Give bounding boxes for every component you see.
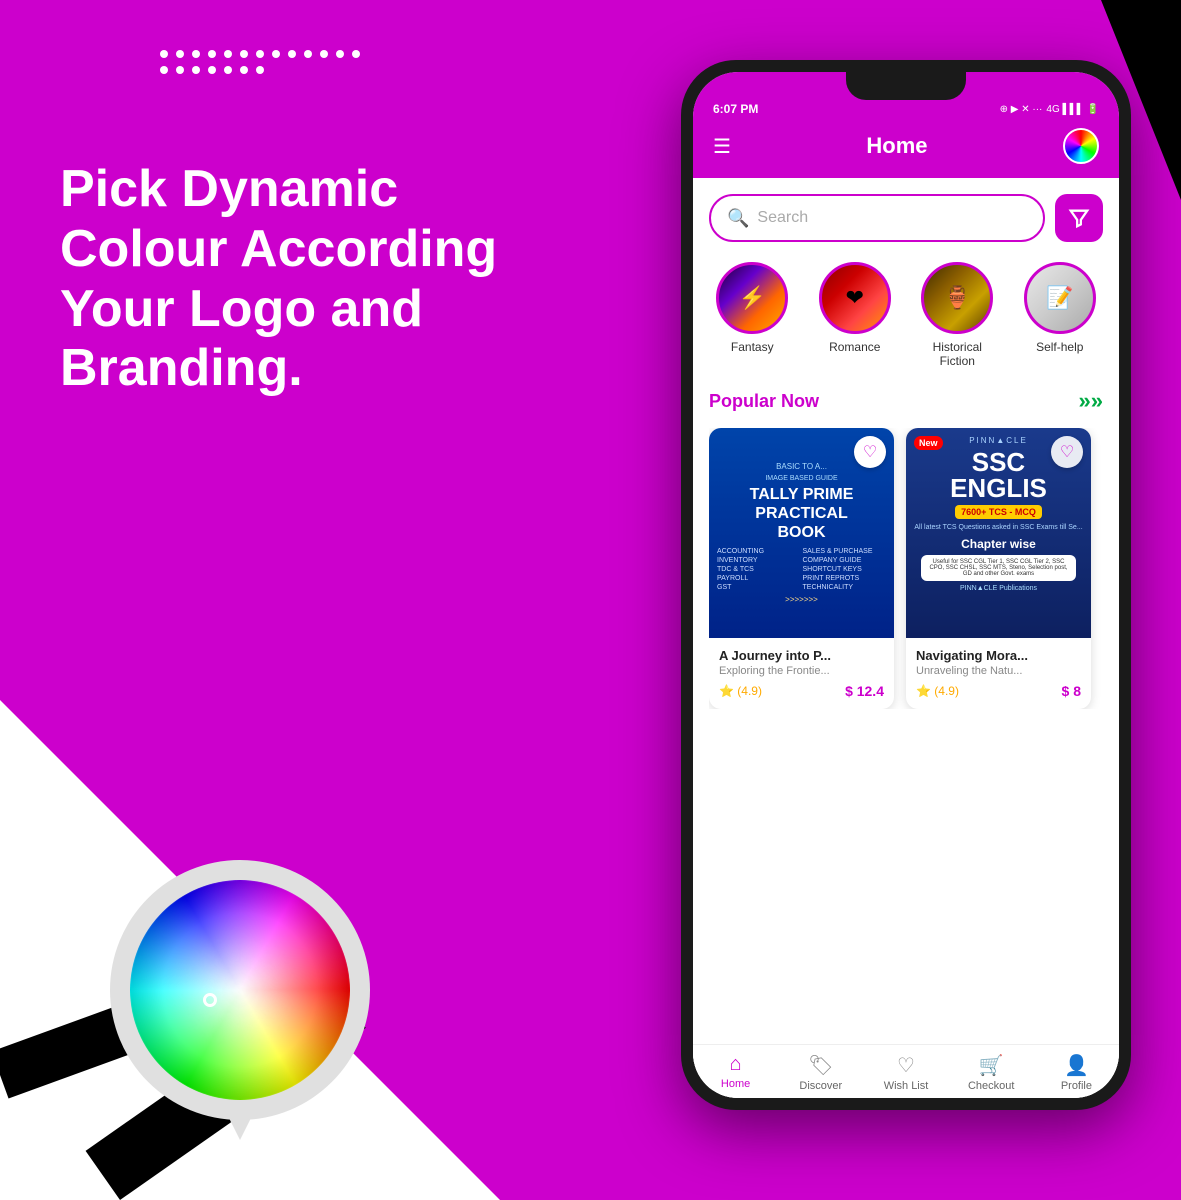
left-panel: Pick DynamicColour AccordingYour Logo an… — [60, 160, 560, 399]
book-card-1[interactable]: BASIC TO A... IMAGE BASED GUIDE TALLY PR… — [709, 428, 894, 709]
category-circle-history: 🏺 — [921, 262, 993, 334]
search-icon: 🔍 — [727, 208, 749, 229]
book-info-1: A Journey into P... Exploring the Fronti… — [709, 638, 894, 709]
book-cover-2: New PINN▲CLE SSCENGLIS 7600+ TCS - MCQ A… — [906, 428, 1091, 638]
nav-profile[interactable]: 👤 Profile — [1034, 1053, 1119, 1092]
book-info-2: Navigating Mora... Unraveling the Natu..… — [906, 638, 1091, 709]
headline: Pick DynamicColour AccordingYour Logo an… — [60, 160, 560, 399]
phone-body: 6:07 PM ⊕ ▶ ✕ ··· 4G ▌▌▌ 🔋 ☰ Home 🔍 S — [681, 60, 1131, 1110]
phone-screen: 6:07 PM ⊕ ▶ ✕ ··· 4G ▌▌▌ 🔋 ☰ Home 🔍 S — [693, 72, 1119, 1098]
color-wheel-container[interactable] — [100, 820, 380, 1120]
search-row: 🔍 Search — [709, 194, 1103, 242]
status-time: 6:07 PM — [713, 102, 758, 116]
nav-checkout[interactable]: 🛒 Checkout — [949, 1053, 1034, 1092]
color-wheel-bg — [110, 860, 370, 1120]
book-rating-row-1: ⭐ (4.9) $ 12.4 — [719, 683, 884, 699]
app-header: ☰ Home — [693, 120, 1119, 178]
search-placeholder: Search — [757, 209, 808, 227]
network-icons: 4G ▌▌▌ 🔋 — [1046, 104, 1099, 115]
decorative-dots — [160, 50, 360, 74]
tally-title: TALLY PRIMEPRACTICALBOOK — [750, 485, 854, 543]
book-name-2: Navigating Mora... — [916, 648, 1081, 663]
book-subtitle-1: Exploring the Frontie... — [719, 665, 884, 677]
filter-button[interactable] — [1055, 194, 1103, 242]
book-cover-1: BASIC TO A... IMAGE BASED GUIDE TALLY PR… — [709, 428, 894, 638]
phone-notch — [846, 72, 966, 100]
category-self-help[interactable]: 📝 Self-help — [1024, 262, 1096, 368]
category-romance[interactable]: ❤ Romance — [819, 262, 891, 368]
book-card-2[interactable]: New PINN▲CLE SSCENGLIS 7600+ TCS - MCQ A… — [906, 428, 1091, 709]
search-box[interactable]: 🔍 Search — [709, 194, 1045, 242]
header-avatar[interactable] — [1063, 128, 1099, 164]
book-rating-1: ⭐ (4.9) — [719, 684, 762, 698]
profile-icon: 👤 — [1064, 1053, 1089, 1078]
discover-icon: 🏷 — [808, 1053, 833, 1078]
color-wheel[interactable] — [130, 880, 350, 1100]
chapter-wise: Chapter wise — [961, 537, 1036, 551]
section-header-popular: Popular Now »» — [709, 388, 1103, 414]
nav-profile-label: Profile — [1061, 1080, 1092, 1092]
nav-home-label: Home — [721, 1078, 750, 1090]
nav-home[interactable]: ⌂ Home — [693, 1053, 778, 1092]
category-label-selfhelp: Self-help — [1036, 340, 1083, 354]
category-label-fantasy: Fantasy — [731, 340, 774, 354]
status-icons: ⊕ ▶ ✕ ··· 4G ▌▌▌ 🔋 — [1000, 104, 1099, 115]
category-label-history: HistoricalFiction — [933, 340, 982, 368]
nav-discover[interactable]: 🏷 Discover — [778, 1053, 863, 1092]
categories-row: ⚡ Fantasy ❤ Romance 🏺 Hist — [709, 262, 1103, 368]
bottom-nav: ⌂ Home 🏷 Discover ♡ Wish List 🛒 Checkout… — [693, 1044, 1119, 1098]
wishlist-button-1[interactable]: ♡ — [854, 436, 886, 468]
app-content: 🔍 Search ⚡ Fantasy — [693, 178, 1119, 1074]
status-right-icons: ⊕ ▶ ✕ ··· — [1000, 104, 1043, 115]
wishlist-button-2[interactable]: ♡ — [1051, 436, 1083, 468]
category-label-romance: Romance — [829, 340, 880, 354]
wishlist-icon: ♡ — [897, 1053, 915, 1078]
book-price-1: $ 12.4 — [845, 683, 884, 699]
section-arrows[interactable]: »» — [1079, 388, 1103, 414]
phone-mockup: 6:07 PM ⊕ ▶ ✕ ··· 4G ▌▌▌ 🔋 ☰ Home 🔍 S — [681, 60, 1131, 1110]
nav-discover-label: Discover — [799, 1080, 842, 1092]
category-circle-romance: ❤ — [819, 262, 891, 334]
books-row: BASIC TO A... IMAGE BASED GUIDE TALLY PR… — [709, 428, 1103, 709]
header-title: Home — [866, 133, 927, 159]
book-price-2: $ 8 — [1062, 683, 1081, 699]
book-name-1: A Journey into P... — [719, 648, 884, 663]
ssc-badge: 7600+ TCS - MCQ — [955, 505, 1042, 519]
book-rating-row-2: ⭐ (4.9) $ 8 — [916, 683, 1081, 699]
category-fantasy[interactable]: ⚡ Fantasy — [716, 262, 788, 368]
category-circle-fantasy: ⚡ — [716, 262, 788, 334]
nav-wishlist[interactable]: ♡ Wish List — [863, 1053, 948, 1092]
section-title-popular: Popular Now — [709, 391, 819, 412]
category-historical-fiction[interactable]: 🏺 HistoricalFiction — [921, 262, 993, 368]
category-circle-selfhelp: 📝 — [1024, 262, 1096, 334]
checkout-icon: 🛒 — [979, 1053, 1004, 1078]
color-picker-indicator — [203, 993, 217, 1007]
ssc-title: SSCENGLIS — [950, 449, 1047, 501]
home-icon: ⌂ — [730, 1053, 742, 1076]
book-rating-2: ⭐ (4.9) — [916, 684, 959, 698]
new-badge: New — [914, 436, 943, 450]
nav-wishlist-label: Wish List — [884, 1080, 929, 1092]
book-subtitle-2: Unraveling the Natu... — [916, 665, 1081, 677]
nav-checkout-label: Checkout — [968, 1080, 1014, 1092]
menu-button[interactable]: ☰ — [713, 134, 731, 159]
